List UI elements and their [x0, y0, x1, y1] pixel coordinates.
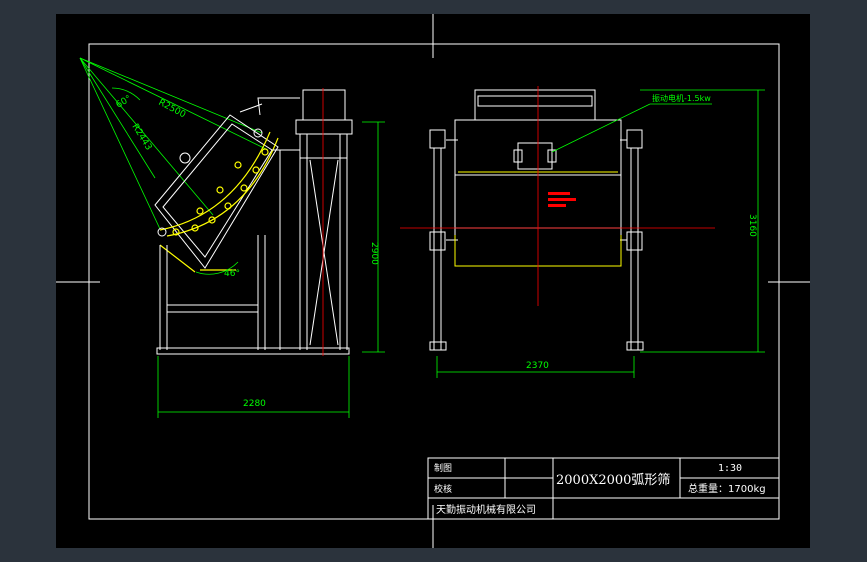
cad-drawing: 60° R2500 R2443 46° 2280 2900 振动电机-1.5kw…: [56, 14, 810, 548]
arc-construction-lines: [79, 57, 269, 230]
front-height-dimension: 3160: [747, 214, 757, 237]
checked-by-label: 校核: [434, 483, 452, 495]
angle-46-label: 46°: [224, 269, 240, 279]
drawing-scale: 1:30: [718, 463, 742, 474]
company-logo-mark: [548, 192, 576, 207]
radius-lower-label: R2443: [129, 122, 153, 152]
side-view: 60° R2500 R2443 46° 2280 2900: [79, 57, 385, 418]
angle-60-label: 60°: [115, 94, 134, 111]
motor-leader-label: 振动电机-1.5kw: [652, 93, 711, 103]
side-height-dimension: 2900: [369, 242, 379, 265]
front-dimensions: [436, 89, 765, 378]
front-centerlines: [400, 86, 715, 306]
total-weight: 总重量：1700kg: [688, 482, 766, 495]
screen-box: [154, 97, 300, 269]
front-width-dimension: 2370: [526, 361, 549, 371]
company-name: 天勤振动机械有限公司: [436, 503, 536, 516]
arc-screen-surface: [159, 131, 279, 273]
front-frame: [429, 89, 644, 351]
side-width-dimension: 2280: [243, 399, 266, 409]
drawing-title: 2000X2000弧形筛: [556, 473, 670, 488]
drawn-by-label: 制图: [434, 462, 452, 474]
front-view: 振动电机-1.5kw 2370 3160: [400, 86, 765, 378]
cad-viewport[interactable]: 60° R2500 R2443 46° 2280 2900 振动电机-1.5kw…: [0, 0, 867, 562]
radius-upper-label: R2500: [157, 98, 188, 121]
